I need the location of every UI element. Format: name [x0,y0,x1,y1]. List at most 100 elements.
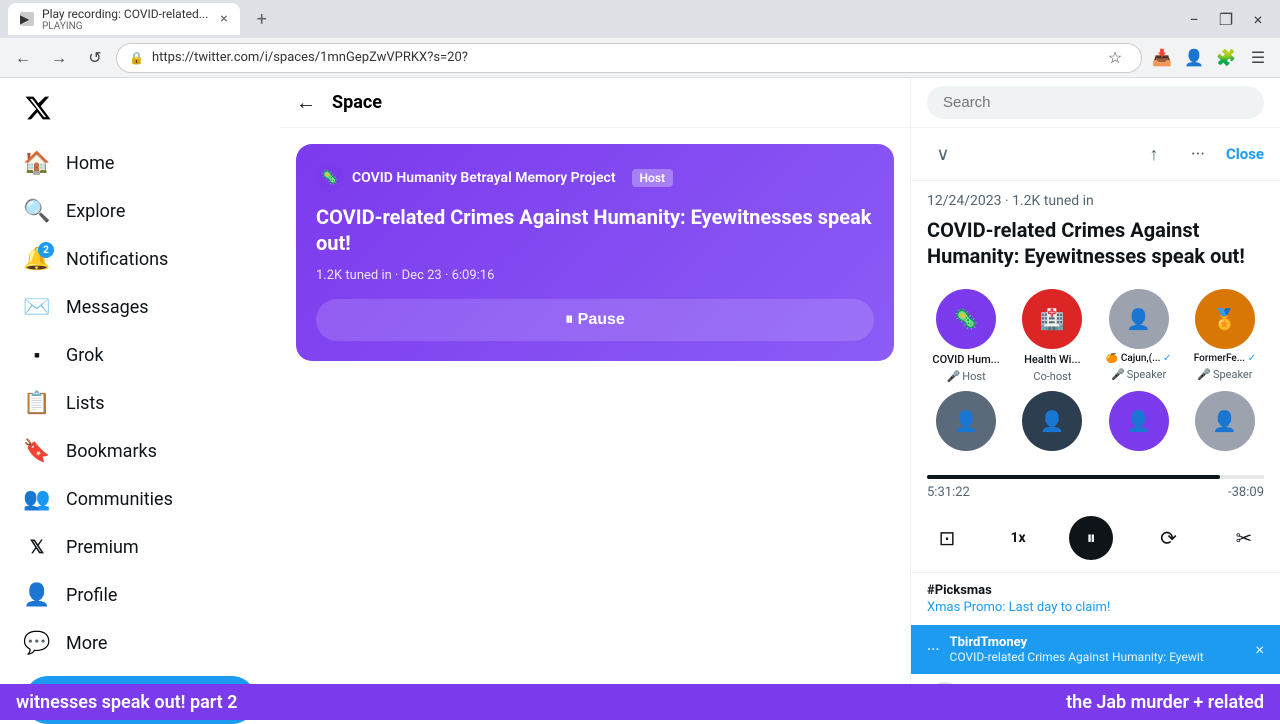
speaker-avatar-6: 👤 [1022,391,1082,451]
speaker-card-3: 👤 🍊 Cajun,(... ✓ 🎤 Speaker [1100,289,1178,383]
host-avatar: 🦠 [316,164,344,192]
main-content: ← Space 🦠 COVID Humanity Betrayal Memory… [280,78,910,720]
window-controls: − ❐ × [1180,5,1272,33]
twitter-logo[interactable] [12,86,268,134]
speaker-card-4: 🏅 FormerFe... ✓ 🎤 Speaker [1186,289,1264,383]
more-icon: 💬 [24,630,50,656]
speaker-avatar-7: 👤 [1109,391,1169,451]
star-icon[interactable]: ☆ [1101,44,1129,72]
tab-subtitle: PLAYING [42,21,208,32]
communities-icon: 👥 [24,486,50,512]
ticker-right-text: the Jab murder + related [1050,692,1280,713]
pocket-icon[interactable]: 📥 [1148,44,1176,72]
ticker-left-text: witnesses speak out! part 2 [0,692,253,713]
search-input[interactable] [927,86,1264,119]
speaker-avatar-4: 🏅 [1195,289,1255,349]
sidebar-item-communities[interactable]: 👥 Communities [12,476,268,522]
speaker-card-8: 👤 [1186,391,1264,451]
share-button[interactable]: ↑ [1138,138,1170,170]
speaker-name-4: FormerFe... ✓ [1194,353,1256,364]
sidebar-item-premium[interactable]: 𝕏 Premium [12,524,268,570]
menu-icon[interactable]: ☰ [1244,44,1272,72]
captions-button[interactable]: ⊡ [927,518,967,558]
mic-icon-4: 🎤 [1197,368,1211,381]
extensions-icon[interactable]: 🧩 [1212,44,1240,72]
forward-button[interactable]: → [44,43,74,73]
sidebar-item-home[interactable]: 🏠 Home [12,140,268,186]
speaker-role-2: Co-host [1033,370,1071,383]
sidebar-premium-label: Premium [66,537,139,558]
sidebar-item-profile[interactable]: 👤 Profile [12,572,268,618]
sidebar-bookmarks-label: Bookmarks [66,441,157,462]
notif-icon: ··· [927,640,940,659]
home-icon: 🏠 [24,150,50,176]
speaker-avatar-1: 🦠 [936,289,996,349]
new-tab-button[interactable]: + [248,5,276,33]
browser-tab[interactable]: ▶ Play recording: COVID-related... PLAYI… [8,3,240,35]
app-layout: 🏠 Home 🔍 Explore 🔔 2 Notifications ✉️ Me… [0,78,1280,720]
right-panel: ∨ ↑ ··· Close 12/24/2023 · 1.2K tuned in… [910,78,1280,720]
messages-icon: ✉️ [24,294,50,320]
ticker-bar: witnesses speak out! part 2 the Jab murd… [0,684,1280,720]
speaker-avatar-8: 👤 [1195,391,1255,451]
explore-icon: 🔍 [24,198,50,224]
address-bar[interactable]: 🔒 https://twitter.com/i/spaces/1mnGepZwV… [116,43,1142,73]
speaker-card-7: 👤 [1100,391,1178,451]
panel-event-title: COVID-related Crimes Against Humanity: E… [911,217,1280,281]
sidebar-item-more[interactable]: 💬 More [12,620,268,666]
sidebar-item-lists[interactable]: 📋 Lists [12,380,268,426]
refresh-button[interactable]: ↺ [80,43,110,73]
back-arrow-button[interactable]: ← [296,90,316,115]
notif-user-name: TbirdTmoney [950,635,1246,650]
notif-close-button[interactable]: × [1255,640,1264,659]
speaker-avatar-2: 🏥 [1022,289,1082,349]
panel-header: ∨ ↑ ··· Close [911,128,1280,181]
page-title: Space [332,92,382,113]
forward-button[interactable]: ⟳ [1149,518,1189,558]
sidebar-item-bookmarks[interactable]: 🔖 Bookmarks [12,428,268,474]
speaker-name-2: Health Wi... [1024,353,1081,366]
promo-tag: #Picksmas [927,583,1264,598]
space-card-title: COVID-related Crimes Against Humanity: E… [316,204,874,256]
back-button[interactable]: ← [8,43,38,73]
sidebar-item-notifications[interactable]: 🔔 2 Notifications [12,236,268,282]
restore-button[interactable]: ❐ [1212,5,1240,33]
collapse-button[interactable]: ∨ [927,138,959,170]
progress-times: 5:31:22 -38:09 [927,485,1264,500]
sidebar-more-label: More [66,633,107,654]
play-pause-button[interactable]: ⏸ [1069,516,1113,560]
premium-icon: 𝕏 [24,534,50,560]
space-host-row: 🦠 COVID Humanity Betrayal Memory Project… [316,164,874,192]
close-panel-button[interactable]: Close [1226,145,1264,163]
grok-icon: ▪ [24,342,50,368]
speaker-name-1: COVID Hum... [932,353,999,366]
speaker-card-2: 🏥 Health Wi... Co-host [1013,289,1091,383]
remaining-time: -38:09 [1228,485,1264,500]
close-button[interactable]: × [1244,5,1272,33]
scissors-button[interactable]: ✂ [1224,518,1264,558]
sidebar-item-explore[interactable]: 🔍 Explore [12,188,268,234]
pause-button[interactable]: ⏸ Pause [316,299,874,341]
speed-button[interactable]: 1x [1002,522,1033,554]
profile-icon[interactable]: 👤 [1180,44,1208,72]
more-options-button[interactable]: ··· [1182,138,1214,170]
sidebar-home-label: Home [66,153,114,174]
minimize-button[interactable]: − [1180,5,1208,33]
speaker-role-3: 🎤 Speaker [1111,368,1166,381]
tab-close-button[interactable]: × [220,11,227,27]
sidebar: 🏠 Home 🔍 Explore 🔔 2 Notifications ✉️ Me… [0,78,280,720]
sidebar-item-grok[interactable]: ▪ Grok [12,332,268,378]
search-bar [911,78,1280,128]
host-name: COVID Humanity Betrayal Memory Project [352,170,616,186]
sidebar-grok-label: Grok [66,345,104,366]
sidebar-item-messages[interactable]: ✉️ Messages [12,284,268,330]
promo-link[interactable]: Xmas Promo: Last day to claim! [927,600,1264,615]
speaker-card-6: 👤 [1013,391,1091,451]
browser-toolbar: ← → ↺ 🔒 https://twitter.com/i/spaces/1mn… [0,38,1280,78]
lists-icon: 📋 [24,390,50,416]
progress-section: 5:31:22 -38:09 [911,467,1280,508]
sidebar-communities-label: Communities [66,489,173,510]
speakers-grid: 🦠 COVID Hum... 🎤 Host 🏥 Health Wi... Co-… [911,281,1280,467]
progress-bar-track[interactable] [927,475,1264,479]
url-display: https://twitter.com/i/spaces/1mnGepZwVPR… [152,50,1093,65]
